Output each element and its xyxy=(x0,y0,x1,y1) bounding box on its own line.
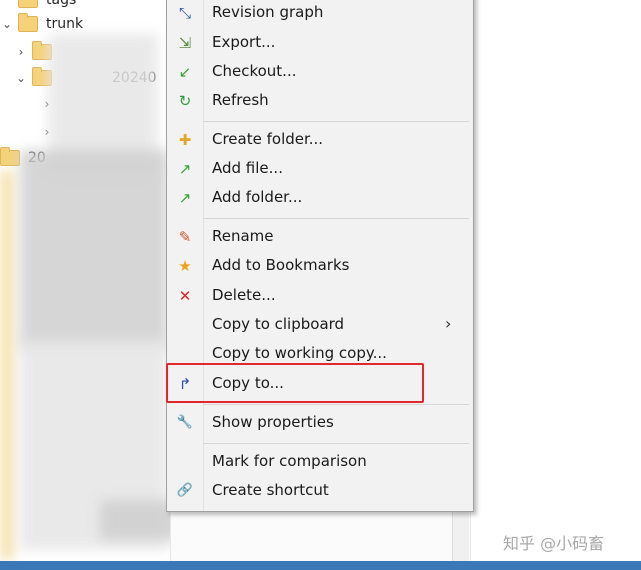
menu-item-delete[interactable]: ✕ Delete... xyxy=(167,281,473,310)
chevron-down-icon[interactable]: ⌄ xyxy=(14,71,28,85)
folder-icon xyxy=(18,13,38,32)
menu-item-label: Create folder... xyxy=(212,130,324,148)
folder-icon xyxy=(18,0,38,8)
watermark: 知乎 @小码畜 xyxy=(503,534,605,553)
add-file-icon: ↗ xyxy=(178,159,192,178)
menu-item-create-shortcut[interactable]: 🔗 Create shortcut xyxy=(167,476,473,505)
menu-item-label: Show properties xyxy=(212,413,334,431)
folder-tree: tags ⌄ trunk › ⌄ 20240 › › 20 xyxy=(0,0,170,570)
menu-separator xyxy=(203,121,469,122)
menu-item-label: Add folder... xyxy=(212,188,303,206)
menu-item-add-folder[interactable]: ↗ Add folder... xyxy=(167,183,473,212)
context-menu: ⤡ Revision graph ⇲ Export... ↙ Checkout.… xyxy=(166,0,474,512)
export-icon: ⇲ xyxy=(178,33,192,52)
taskbar-edge xyxy=(0,561,641,570)
menu-separator xyxy=(203,443,469,444)
menu-item-mark-for-comparison[interactable]: Mark for comparison xyxy=(167,447,473,476)
rename-icon: ✎ xyxy=(178,227,192,246)
menu-item-copy-to-clipboard[interactable]: Copy to clipboard › xyxy=(167,310,473,339)
checkout-icon: ↙ xyxy=(178,62,192,81)
menu-separator xyxy=(203,218,469,219)
menu-item-add-file[interactable]: ↗ Add file... xyxy=(167,154,473,183)
chevron-right-icon[interactable] xyxy=(0,0,14,7)
menu-item-export[interactable]: ⇲ Export... xyxy=(167,28,473,57)
refresh-icon: ↻ xyxy=(178,91,192,110)
menu-item-label: Create shortcut xyxy=(212,481,329,499)
shortcut-icon: 🔗 xyxy=(176,483,194,498)
tree-label: trunk xyxy=(46,16,84,32)
menu-item-label: Export... xyxy=(212,33,276,51)
chevron-right-icon: › xyxy=(445,314,452,333)
folder-icon xyxy=(0,147,20,166)
menu-separator xyxy=(203,404,469,405)
highlight-box xyxy=(166,363,424,403)
menu-item-label: Mark for comparison xyxy=(212,452,367,470)
tree-label: tags xyxy=(46,0,77,8)
menu-item-label: Checkout... xyxy=(212,62,297,80)
tree-row-trunk[interactable]: ⌄ trunk xyxy=(0,12,83,36)
right-panel xyxy=(470,0,641,570)
menu-item-revision-graph[interactable]: ⤡ Revision graph xyxy=(167,0,473,27)
chevron-right-icon[interactable]: › xyxy=(14,45,28,59)
menu-item-label: Copy to clipboard xyxy=(212,315,345,333)
revision-graph-icon: ⤡ xyxy=(178,3,191,22)
bookmark-star-icon: ★ xyxy=(178,256,192,275)
menu-item-label: Delete... xyxy=(212,286,276,304)
add-folder-icon: ↗ xyxy=(178,188,192,207)
blurred-region xyxy=(0,170,14,560)
menu-item-label: Copy to working copy... xyxy=(212,344,387,362)
menu-item-label: Rename xyxy=(212,227,274,245)
menu-item-checkout[interactable]: ↙ Checkout... xyxy=(167,57,473,86)
menu-item-label: Refresh xyxy=(212,91,269,109)
properties-wrench-icon: 🔧 xyxy=(176,415,194,430)
chevron-down-icon[interactable]: ⌄ xyxy=(0,17,14,31)
menu-item-label: Add to Bookmarks xyxy=(212,256,350,274)
menu-item-add-to-bookmarks[interactable]: ★ Add to Bookmarks xyxy=(167,251,473,280)
menu-item-rename[interactable]: ✎ Rename xyxy=(167,222,473,251)
menu-item-label: Add file... xyxy=(212,159,283,177)
menu-item-show-properties[interactable]: 🔧 Show properties xyxy=(167,408,473,437)
blurred-region xyxy=(100,500,170,540)
menu-item-label: Revision graph xyxy=(212,3,324,21)
menu-item-refresh[interactable]: ↻ Refresh xyxy=(167,86,473,115)
blurred-region xyxy=(20,150,168,350)
tree-row-tags[interactable]: tags xyxy=(0,0,76,12)
menu-item-create-folder[interactable]: ✚ Create folder... xyxy=(167,125,473,154)
create-folder-icon: ✚ xyxy=(178,130,192,149)
delete-icon: ✕ xyxy=(178,286,192,305)
